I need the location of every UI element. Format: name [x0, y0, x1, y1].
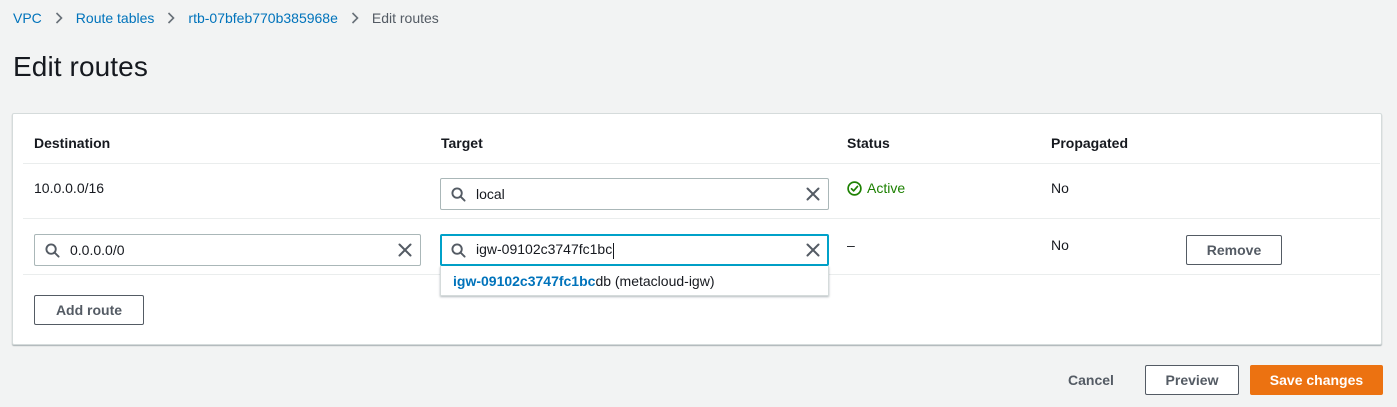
routes-panel: Destination Target Status Propagated 10.… — [12, 113, 1382, 345]
save-changes-button[interactable]: Save changes — [1250, 365, 1383, 395]
column-header-propagated: Propagated — [1051, 135, 1129, 151]
breadcrumb-current: Edit routes — [371, 10, 439, 26]
table-divider — [23, 163, 1380, 164]
search-icon — [45, 242, 60, 258]
row1-destination: 10.0.0.0/16 — [34, 180, 105, 196]
breadcrumb-vpc[interactable]: VPC — [13, 10, 42, 26]
column-header-destination: Destination — [34, 135, 111, 151]
row1-propagated: No — [1051, 180, 1069, 196]
target-suggestion-dropdown: igw-09102c3747fc1bcdb (metacloud-igw) — [440, 266, 829, 296]
row1-target-input[interactable]: local — [440, 178, 829, 210]
breadcrumb-route-table-id[interactable]: rtb-07bfeb770b385968e — [188, 10, 337, 26]
text-caret — [613, 242, 615, 259]
breadcrumb-route-tables[interactable]: Route tables — [76, 10, 155, 26]
close-icon[interactable] — [806, 187, 820, 201]
breadcrumb: VPC Route tables rtb-07bfeb770b385968e E… — [13, 9, 439, 27]
chevron-right-icon — [167, 12, 176, 24]
add-route-button[interactable]: Add route — [34, 295, 144, 325]
column-header-status: Status — [847, 135, 890, 151]
row2-status: – — [847, 237, 855, 253]
chevron-right-icon — [55, 12, 63, 24]
cancel-button[interactable]: Cancel — [1054, 365, 1128, 395]
column-header-target: Target — [441, 135, 483, 151]
chevron-right-icon — [351, 12, 359, 24]
suggestion-match-text: igw-09102c3747fc1bc — [453, 272, 596, 289]
row2-propagated: No — [1051, 237, 1069, 253]
search-icon — [451, 186, 466, 202]
row1-target-value: local — [476, 186, 505, 202]
table-divider — [23, 218, 1380, 219]
search-icon — [451, 242, 466, 258]
row2-destination-input[interactable]: 0.0.0.0/0 — [34, 234, 421, 266]
row2-target-input[interactable]: igw-09102c3747fc1bc — [440, 234, 829, 266]
check-circle-icon — [847, 180, 862, 196]
close-icon[interactable] — [398, 243, 412, 257]
suggestion-rest-text: db (metacloud-igw) — [595, 272, 715, 289]
suggestion-option[interactable]: igw-09102c3747fc1bcdb (metacloud-igw) — [453, 273, 715, 289]
row2-target-value: igw-09102c3747fc1bc — [476, 241, 615, 259]
remove-route-button[interactable]: Remove — [1186, 235, 1282, 265]
status-text: Active — [867, 180, 906, 196]
preview-button[interactable]: Preview — [1145, 365, 1239, 395]
row2-destination-value: 0.0.0.0/0 — [70, 242, 125, 258]
status-badge: Active — [847, 180, 905, 196]
page-title: Edit routes — [13, 51, 148, 82]
close-icon[interactable] — [806, 243, 820, 257]
